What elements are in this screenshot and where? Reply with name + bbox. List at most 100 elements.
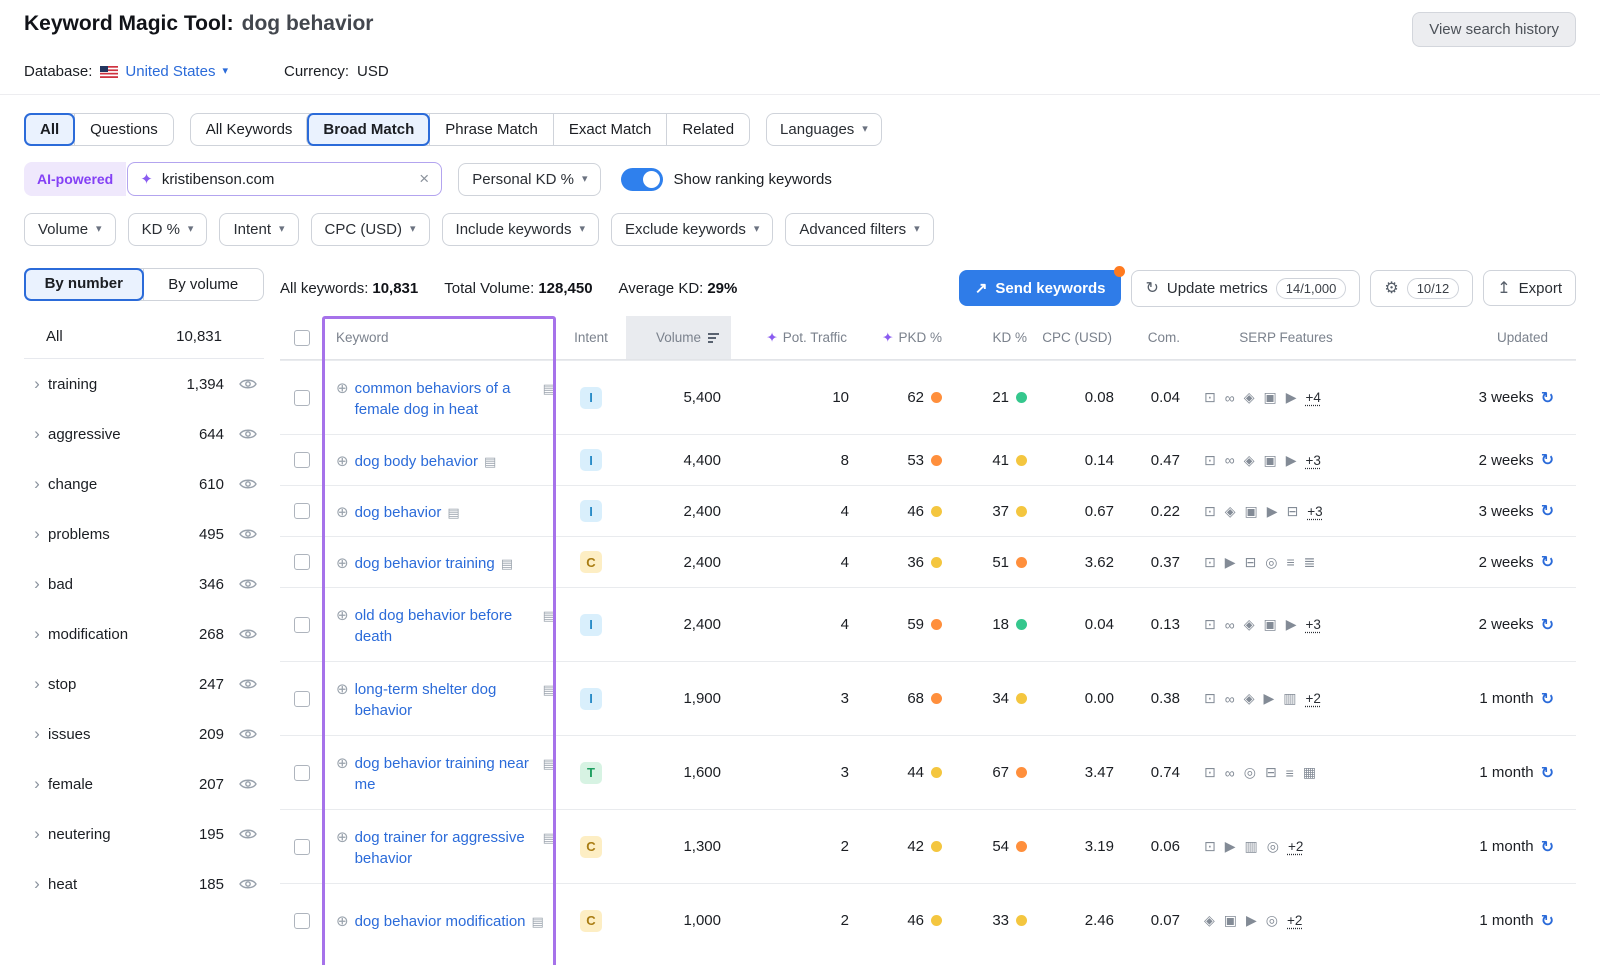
- row-checkbox[interactable]: [294, 839, 310, 855]
- refresh-icon[interactable]: ↻: [1541, 450, 1554, 470]
- column-header-volume[interactable]: Volume: [626, 316, 731, 359]
- eye-icon[interactable]: [236, 378, 260, 390]
- tab-questions[interactable]: Questions: [74, 114, 173, 145]
- eye-icon[interactable]: [236, 528, 260, 540]
- column-header-pkd[interactable]: ✦PKD %: [859, 316, 954, 359]
- group-all-row[interactable]: All 10,831: [24, 315, 264, 359]
- serp-more-link[interactable]: +3: [1307, 504, 1322, 519]
- row-checkbox[interactable]: [294, 617, 310, 633]
- refresh-icon[interactable]: ↻: [1541, 501, 1554, 521]
- cpc-filter[interactable]: CPC (USD)▾: [311, 213, 430, 246]
- add-keyword-icon[interactable]: ⊕: [336, 605, 349, 626]
- serp-more-link[interactable]: +2: [1287, 913, 1302, 928]
- clear-input-icon[interactable]: ×: [419, 169, 429, 189]
- refresh-icon[interactable]: ↻: [1541, 837, 1554, 857]
- serp-more-link[interactable]: +4: [1306, 390, 1321, 405]
- tab-all-keywords[interactable]: All Keywords: [191, 114, 308, 145]
- show-ranking-keywords-toggle[interactable]: [621, 168, 663, 191]
- eye-icon[interactable]: [236, 828, 260, 840]
- serp-more-link[interactable]: +3: [1306, 453, 1321, 468]
- column-header-cpc[interactable]: CPC (USD): [1039, 316, 1124, 359]
- serp-more-link[interactable]: +3: [1306, 617, 1321, 632]
- sidebar-group-item[interactable]: › training 1,394: [24, 359, 264, 409]
- keyword-link[interactable]: dog behavior training: [355, 553, 495, 574]
- add-keyword-icon[interactable]: ⊕: [336, 378, 349, 399]
- domain-input[interactable]: ✦ kristibenson.com ×: [127, 162, 442, 196]
- sidebar-group-item[interactable]: › change 610: [24, 459, 264, 509]
- add-keyword-icon[interactable]: ⊕: [336, 911, 349, 932]
- sidebar-group-item[interactable]: › heat 185: [24, 859, 264, 909]
- tab-related[interactable]: Related: [666, 114, 749, 145]
- serp-preview-icon[interactable]: ▤: [543, 679, 555, 700]
- languages-dropdown[interactable]: Languages ▾: [766, 113, 882, 146]
- send-keywords-button[interactable]: ↗ Send keywords: [959, 270, 1122, 306]
- row-checkbox[interactable]: [294, 390, 310, 406]
- tab-exact-match[interactable]: Exact Match: [553, 114, 667, 145]
- settings-button[interactable]: ⚙ 10/12: [1370, 270, 1473, 307]
- column-header-kd[interactable]: KD %: [954, 316, 1039, 359]
- row-checkbox[interactable]: [294, 913, 310, 929]
- sidebar-group-item[interactable]: › bad 346: [24, 559, 264, 609]
- tab-by-number[interactable]: By number: [24, 268, 144, 301]
- volume-filter[interactable]: Volume▾: [24, 213, 116, 246]
- eye-icon[interactable]: [236, 728, 260, 740]
- keyword-link[interactable]: long-term shelter dog behavior: [355, 679, 537, 721]
- eye-icon[interactable]: [236, 578, 260, 590]
- column-header-com[interactable]: Com.: [1124, 316, 1186, 359]
- serp-preview-icon[interactable]: ▤: [447, 502, 459, 523]
- add-keyword-icon[interactable]: ⊕: [336, 553, 349, 574]
- keyword-link[interactable]: dog behavior training near me: [355, 753, 537, 795]
- add-keyword-icon[interactable]: ⊕: [336, 827, 349, 848]
- select-all-checkbox[interactable]: [294, 330, 310, 346]
- eye-icon[interactable]: [236, 778, 260, 790]
- view-search-history-button[interactable]: View search history: [1412, 12, 1576, 47]
- row-checkbox[interactable]: [294, 691, 310, 707]
- eye-icon[interactable]: [236, 478, 260, 490]
- refresh-icon[interactable]: ↻: [1541, 552, 1554, 572]
- keyword-link[interactable]: old dog behavior before death: [355, 605, 537, 647]
- keyword-link[interactable]: dog trainer for aggressive behavior: [355, 827, 537, 869]
- intent-filter[interactable]: Intent▾: [219, 213, 298, 246]
- row-checkbox[interactable]: [294, 554, 310, 570]
- serp-preview-icon[interactable]: ▤: [532, 911, 544, 932]
- keyword-link[interactable]: dog body behavior: [355, 451, 478, 472]
- tab-by-volume[interactable]: By volume: [143, 269, 264, 300]
- kd-filter[interactable]: KD %▾: [128, 213, 208, 246]
- add-keyword-icon[interactable]: ⊕: [336, 502, 349, 523]
- serp-preview-icon[interactable]: ▤: [543, 753, 555, 774]
- add-keyword-icon[interactable]: ⊕: [336, 451, 349, 472]
- sidebar-group-item[interactable]: › modification 268: [24, 609, 264, 659]
- export-button[interactable]: ↥ Export: [1483, 270, 1576, 306]
- sidebar-group-item[interactable]: › neutering 195: [24, 809, 264, 859]
- refresh-icon[interactable]: ↻: [1541, 763, 1554, 783]
- add-keyword-icon[interactable]: ⊕: [336, 679, 349, 700]
- serp-preview-icon[interactable]: ▤: [543, 378, 555, 399]
- row-checkbox[interactable]: [294, 765, 310, 781]
- sidebar-group-item[interactable]: › female 207: [24, 759, 264, 809]
- serp-preview-icon[interactable]: ▤: [484, 451, 496, 472]
- eye-icon[interactable]: [236, 428, 260, 440]
- include-keywords-filter[interactable]: Include keywords▾: [442, 213, 599, 246]
- refresh-icon[interactable]: ↻: [1541, 911, 1554, 931]
- serp-preview-icon[interactable]: ▤: [543, 605, 555, 626]
- refresh-icon[interactable]: ↻: [1541, 615, 1554, 635]
- personal-kd-dropdown[interactable]: Personal KD % ▾: [458, 163, 601, 196]
- exclude-keywords-filter[interactable]: Exclude keywords▾: [611, 213, 773, 246]
- keyword-link[interactable]: common behaviors of a female dog in heat: [355, 378, 537, 420]
- serp-preview-icon[interactable]: ▤: [501, 553, 513, 574]
- tab-all[interactable]: All: [24, 113, 75, 146]
- eye-icon[interactable]: [236, 878, 260, 890]
- sidebar-group-item[interactable]: › aggressive 644: [24, 409, 264, 459]
- sidebar-group-item[interactable]: › issues 209: [24, 709, 264, 759]
- keyword-link[interactable]: dog behavior modification: [355, 911, 526, 932]
- add-keyword-icon[interactable]: ⊕: [336, 753, 349, 774]
- eye-icon[interactable]: [236, 678, 260, 690]
- tab-phrase-match[interactable]: Phrase Match: [429, 114, 553, 145]
- serp-preview-icon[interactable]: ▤: [543, 827, 555, 848]
- update-metrics-button[interactable]: ↻ Update metrics 14/1,000: [1131, 270, 1360, 307]
- row-checkbox[interactable]: [294, 452, 310, 468]
- tab-broad-match[interactable]: Broad Match: [306, 113, 430, 146]
- advanced-filters[interactable]: Advanced filters▾: [785, 213, 933, 246]
- row-checkbox[interactable]: [294, 503, 310, 519]
- keyword-link[interactable]: dog behavior: [355, 502, 442, 523]
